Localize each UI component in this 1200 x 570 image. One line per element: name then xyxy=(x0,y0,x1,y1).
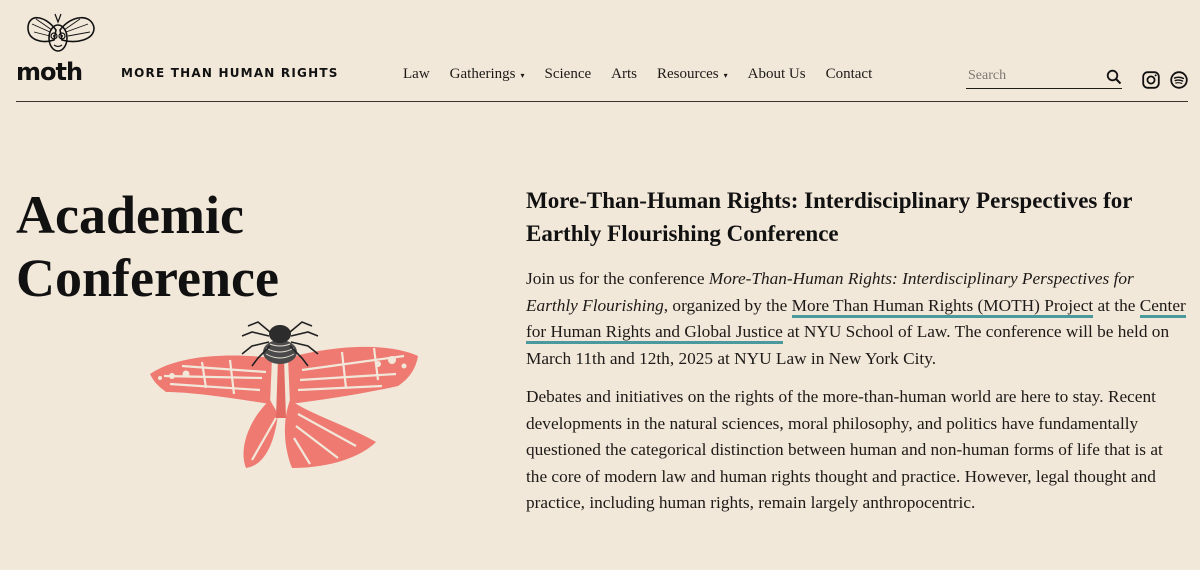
nav-item-gatherings[interactable]: Gatherings ▾ xyxy=(450,66,525,83)
nav-item-label: Contact xyxy=(825,66,873,82)
instagram-icon[interactable] xyxy=(1142,71,1160,89)
paragraph-text: Join us for the conference xyxy=(526,269,709,288)
spotify-icon[interactable] xyxy=(1170,71,1188,89)
body-paragraph: Debates and initiatives on the rights of… xyxy=(526,387,1163,512)
article: More-Than-Human Rights: Interdisciplinar… xyxy=(526,184,1186,529)
main-nav: Law Gatherings ▾ Science Arts Resources ▾ … xyxy=(403,66,892,83)
nav-item-resources[interactable]: Resources ▾ xyxy=(657,66,728,83)
nav-item-contact[interactable]: Contact xyxy=(826,66,873,83)
nav-item-label: Gatherings xyxy=(449,66,516,82)
paragraph-text: at the xyxy=(1093,295,1140,315)
nav-item-label: Resources xyxy=(656,66,719,82)
search-icon[interactable] xyxy=(1106,69,1122,85)
moth-spider-illustration xyxy=(150,321,418,468)
header-divider xyxy=(16,101,1188,102)
moth-project-link[interactable]: More Than Human Rights (MOTH) Project xyxy=(791,295,1094,318)
paragraph-text: , organized by the xyxy=(663,295,792,315)
search-box xyxy=(966,66,1122,89)
nav-item-label: About Us xyxy=(747,66,806,82)
page-title-line: Conference xyxy=(16,248,279,308)
nav-item-science[interactable]: Science xyxy=(545,66,592,83)
nav-item-about-us[interactable]: About Us xyxy=(748,66,806,83)
page-title-line: Academic xyxy=(16,185,244,245)
site-name[interactable]: MORE THAN HUMAN RIGHTS xyxy=(121,66,339,80)
nav-item-label: Law xyxy=(403,66,430,82)
article-title: More-Than-Human Rights: Interdisciplinar… xyxy=(526,188,1133,246)
intro-paragraph: Join us for the conference More-Than-Hum… xyxy=(526,266,1186,372)
nav-item-label: Arts xyxy=(611,66,637,82)
nav-item-arts[interactable]: Arts xyxy=(611,66,637,83)
site-header: moth MORE THAN HUMAN RIGHTS Law Gatherin… xyxy=(0,0,1200,102)
search-input[interactable] xyxy=(968,66,1098,86)
logo-wordmark[interactable]: moth xyxy=(16,58,83,86)
nav-item-law[interactable]: Law xyxy=(403,66,430,83)
chevron-down-icon: ▾ xyxy=(723,71,728,80)
chevron-down-icon: ▾ xyxy=(520,71,525,80)
page-title: Academic Conference xyxy=(16,184,279,310)
nav-item-label: Science xyxy=(544,66,592,82)
